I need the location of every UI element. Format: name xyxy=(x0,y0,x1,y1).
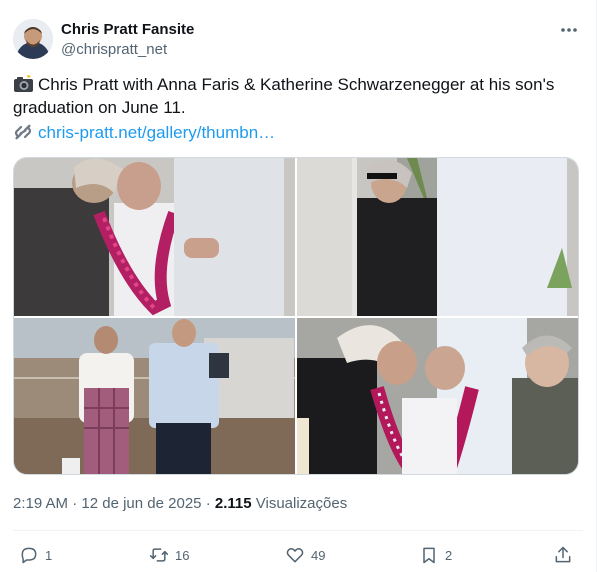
meta-separator: · xyxy=(72,495,78,512)
tweet-link[interactable]: chris-pratt.net/gallery/thumbn… xyxy=(38,123,275,142)
like-button[interactable]: 49 xyxy=(285,544,325,566)
photo-3[interactable] xyxy=(14,318,295,474)
views-count: 2.115 xyxy=(214,495,252,512)
reply-count: 1 xyxy=(45,547,53,563)
tweet-link-line: chris-pratt.net/gallery/thumbn… xyxy=(13,121,275,144)
photo-1[interactable] xyxy=(14,158,295,316)
tweet-header: Chris Pratt Fansite @chrispratt_net xyxy=(13,18,583,60)
share-icon xyxy=(555,546,571,563)
repost-count: 16 xyxy=(175,547,190,563)
meta-separator: · xyxy=(205,495,211,512)
camera-icon xyxy=(14,75,33,92)
more-icon xyxy=(561,28,577,32)
tweet-date[interactable]: 12 de jun de 2025 xyxy=(81,495,201,512)
reply-icon xyxy=(21,547,37,564)
link-icon xyxy=(14,124,32,140)
media-grid xyxy=(13,157,579,475)
tweet-body: Chris Pratt with Anna Faris & Katherine … xyxy=(13,75,555,117)
bookmark-button[interactable]: 2 xyxy=(419,544,452,566)
repost-button[interactable]: 16 xyxy=(149,544,189,566)
tweet-meta: 2:19 AM · 12 de jun de 2025 · 2.115 Visu… xyxy=(13,495,347,512)
photo-2[interactable] xyxy=(297,158,578,316)
like-count: 49 xyxy=(311,547,326,563)
repost-icon xyxy=(149,548,169,562)
author-name[interactable]: Chris Pratt Fansite xyxy=(61,21,194,38)
author-handle[interactable]: @chrispratt_net xyxy=(61,41,167,58)
more-button[interactable] xyxy=(555,20,583,40)
tweet-time[interactable]: 2:19 AM xyxy=(13,495,68,512)
bookmark-icon xyxy=(423,547,435,564)
avatar[interactable] xyxy=(13,19,53,59)
reply-button[interactable]: 1 xyxy=(19,544,52,566)
tweet-text: Chris Pratt with Anna Faris & Katherine … xyxy=(13,73,573,119)
divider xyxy=(13,530,583,531)
views-label: Visualizações xyxy=(255,495,348,512)
heart-icon xyxy=(286,548,304,563)
photo-4[interactable] xyxy=(297,318,578,474)
bookmark-count: 2 xyxy=(445,547,453,563)
action-bar: 1 16 49 2 xyxy=(13,540,583,570)
share-button[interactable] xyxy=(553,544,573,566)
